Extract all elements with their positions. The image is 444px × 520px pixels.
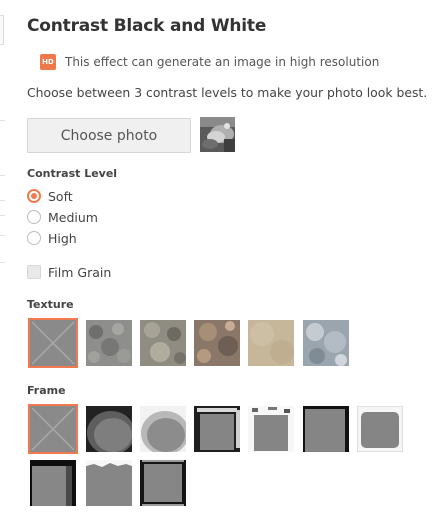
mossy-stone-texture-icon xyxy=(140,320,186,366)
effect-description: Choose between 3 contrast levels to make… xyxy=(27,85,428,100)
texture-mossy-stone-thumbnail[interactable] xyxy=(140,320,186,366)
selected-photo-thumbnail[interactable] xyxy=(200,117,235,152)
frame-light-vignette-thumbnail[interactable] xyxy=(140,406,186,452)
frame-grunge-white-thumbnail[interactable] xyxy=(248,406,294,452)
contrast-option-high[interactable]: High xyxy=(27,229,77,247)
texture-blue-clouds-thumbnail[interactable] xyxy=(303,320,349,366)
contrast-option-soft[interactable]: Soft xyxy=(27,187,73,205)
contrast-level-label: Contrast Level xyxy=(27,167,118,180)
tan-paper-texture-icon xyxy=(248,320,294,366)
frame-none-thumbnail[interactable] xyxy=(28,404,78,454)
contrast-option-medium[interactable]: Medium xyxy=(27,208,98,226)
black-fade-frame-icon xyxy=(30,460,76,506)
contrast-option-label: Medium xyxy=(48,209,98,225)
contrast-option-label: Soft xyxy=(48,188,73,204)
rounded-light-frame-icon xyxy=(357,406,403,452)
photo-preview-image xyxy=(200,117,235,152)
film-strip-frame-icon xyxy=(140,460,186,506)
left-panel-divider xyxy=(0,175,5,176)
frame-rounded-light-thumbnail[interactable] xyxy=(357,406,403,452)
left-panel-divider xyxy=(0,235,5,236)
grunge-dark-frame-icon xyxy=(194,406,240,452)
gray-stone-texture-icon xyxy=(86,320,132,366)
hd-notice: HD This effect can generate an image in … xyxy=(40,53,379,70)
radio-selected-icon[interactable] xyxy=(27,189,41,203)
film-grain-label: Film Grain xyxy=(48,264,112,280)
frame-film-strip-thumbnail[interactable] xyxy=(140,460,186,506)
left-panel-edge xyxy=(0,0,7,520)
hd-notice-text: This effect can generate an image in hig… xyxy=(65,54,380,69)
frame-grunge-dark-thumbnail[interactable] xyxy=(194,406,240,452)
texture-rust-thumbnail[interactable] xyxy=(194,320,240,366)
no-texture-placeholder-icon xyxy=(30,320,76,366)
choose-photo-button[interactable]: Choose photo xyxy=(27,118,191,153)
blue-clouds-texture-icon xyxy=(303,320,349,366)
left-panel-divider xyxy=(0,262,5,263)
texture-label: Texture xyxy=(27,298,74,311)
light-vignette-frame-icon xyxy=(140,406,186,452)
frame-label: Frame xyxy=(27,384,66,397)
left-panel-divider xyxy=(0,200,5,201)
radio-unselected-icon[interactable] xyxy=(27,231,41,245)
frame-torn-paper-thumbnail[interactable] xyxy=(86,460,132,506)
texture-tan-paper-thumbnail[interactable] xyxy=(248,320,294,366)
frame-dark-vignette-thumbnail[interactable] xyxy=(86,406,132,452)
film-grain-toggle[interactable]: Film Grain xyxy=(27,263,111,281)
left-panel-divider xyxy=(0,120,5,121)
rust-texture-icon xyxy=(194,320,240,366)
torn-paper-frame-icon xyxy=(86,460,132,506)
no-frame-placeholder-icon xyxy=(30,406,76,452)
black-border-frame-icon xyxy=(303,406,349,452)
texture-gray-stone-thumbnail[interactable] xyxy=(86,320,132,366)
page-title: Contrast Black and White xyxy=(27,16,267,36)
radio-unselected-icon[interactable] xyxy=(27,210,41,224)
dark-vignette-frame-icon xyxy=(86,406,132,452)
left-panel-divider xyxy=(0,215,5,216)
contrast-option-label: High xyxy=(48,230,77,246)
grunge-white-frame-icon xyxy=(248,406,294,452)
frame-black-fade-thumbnail[interactable] xyxy=(30,460,76,506)
texture-none-thumbnail[interactable] xyxy=(28,318,78,368)
frame-black-border-thumbnail[interactable] xyxy=(303,406,349,452)
left-panel-tab xyxy=(0,15,4,45)
hd-badge-icon: HD xyxy=(40,53,56,70)
film-grain-checkbox[interactable] xyxy=(27,265,41,279)
